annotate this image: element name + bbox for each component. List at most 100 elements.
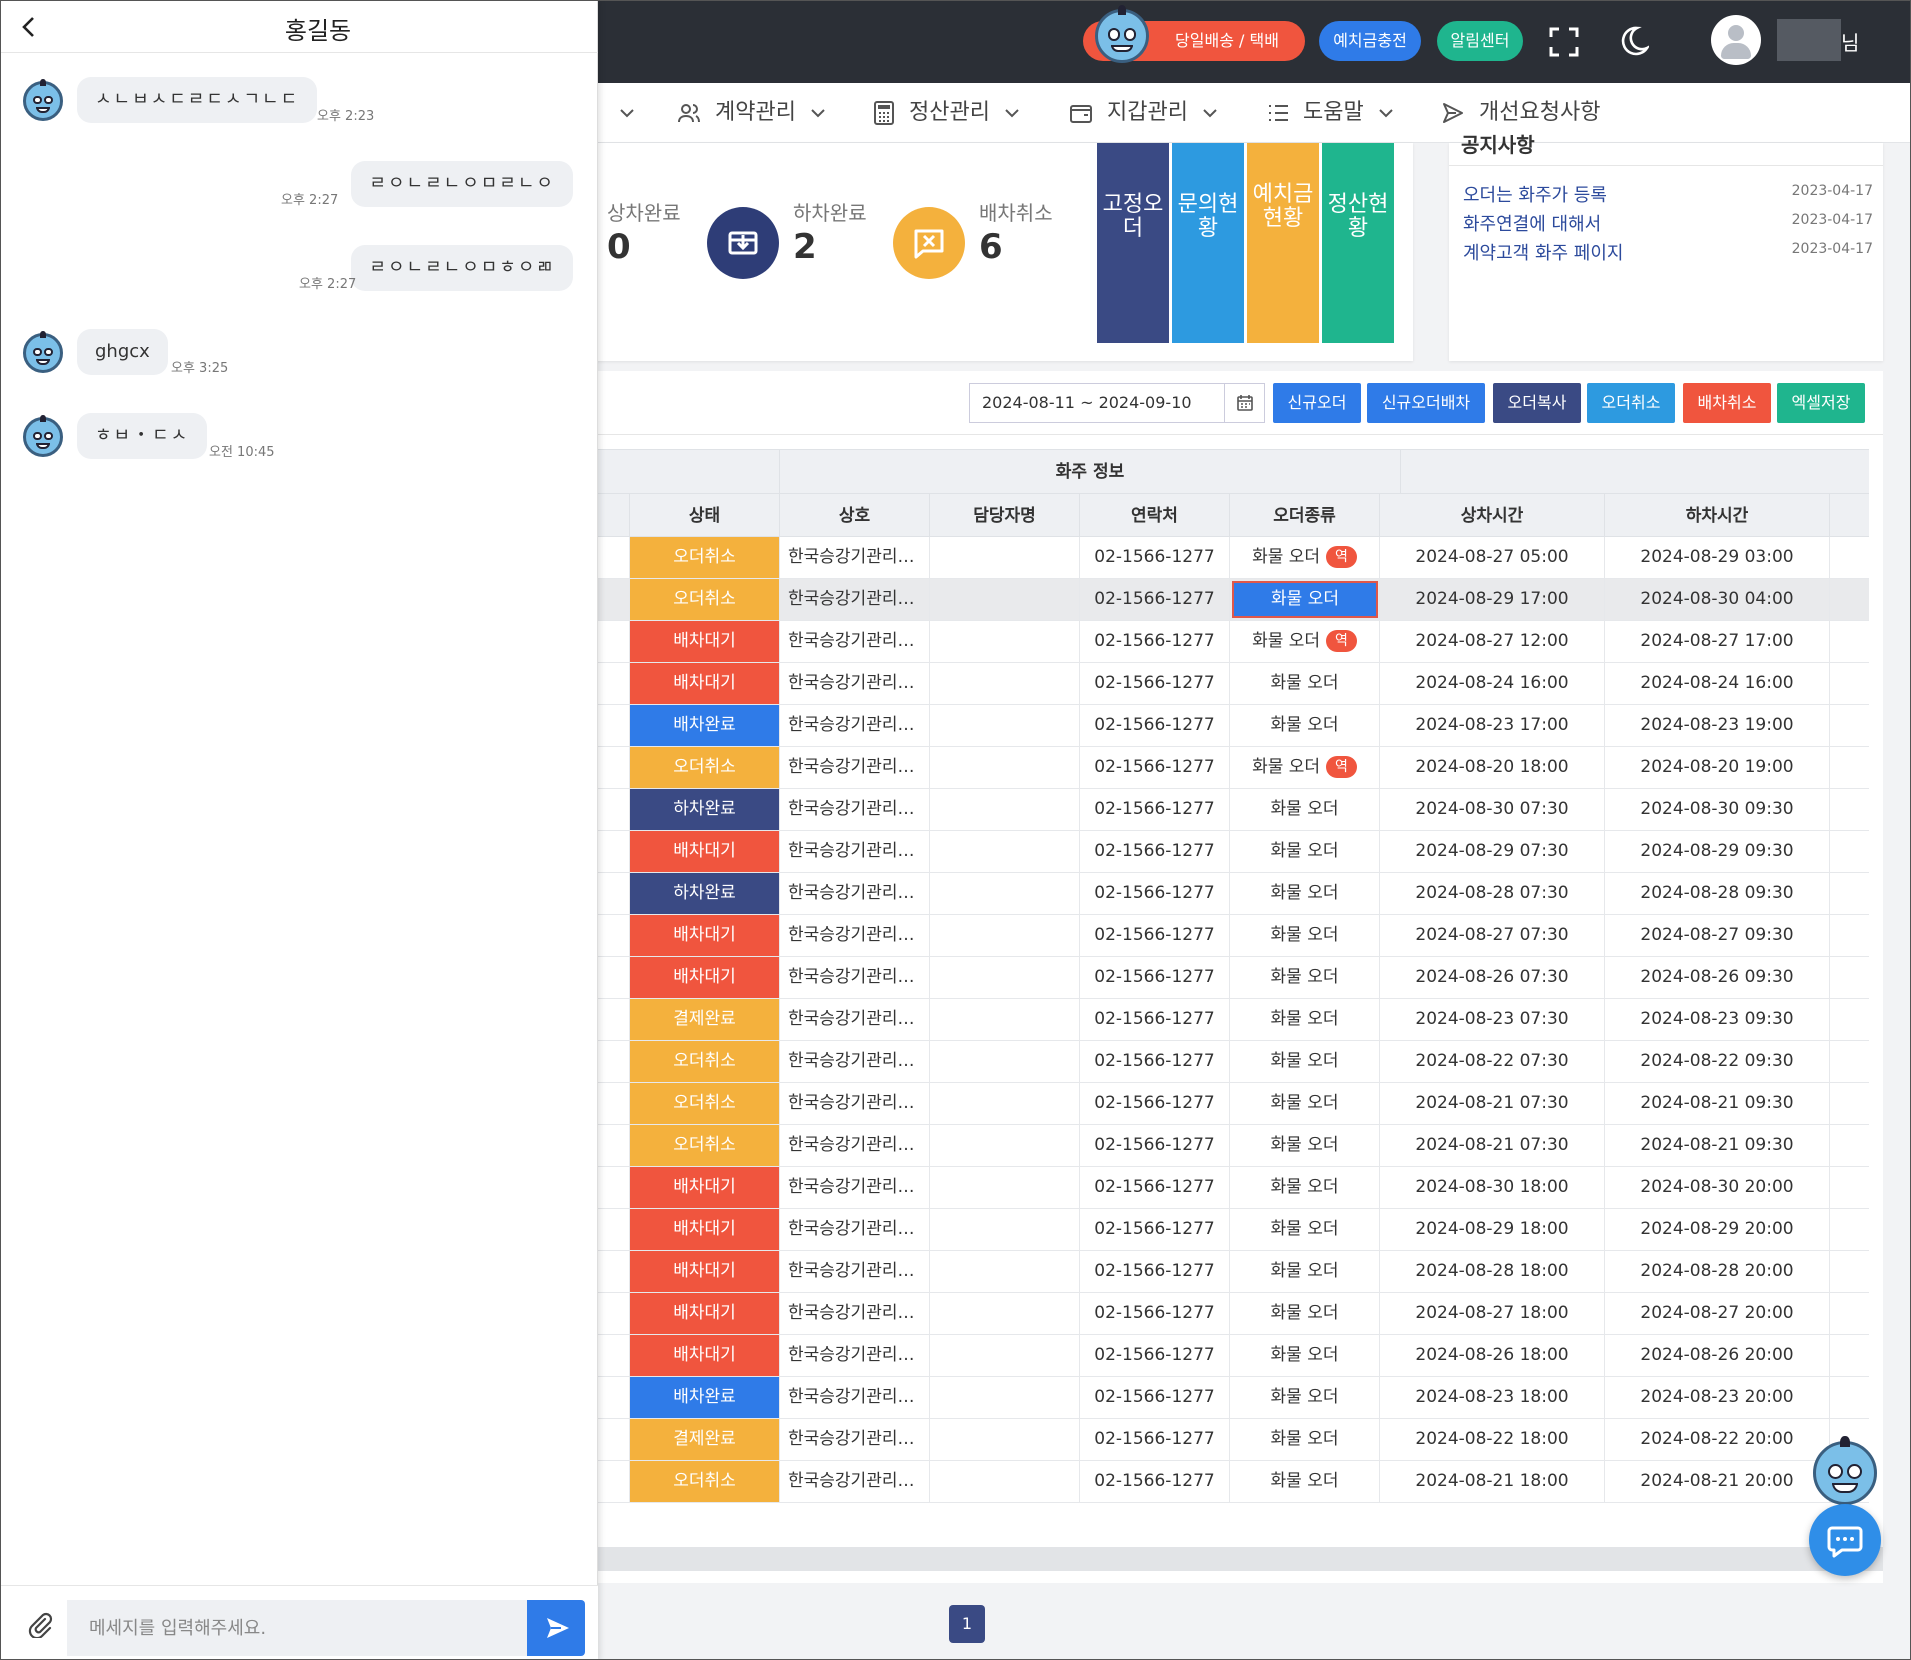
cell-unload[interactable]: 2024-08-20 19:00 [1604,747,1829,788]
cell-company[interactable]: 한국승강기관리… [779,957,929,998]
cell-phone[interactable]: 02-1566-1277 [1079,1461,1229,1502]
cell-company[interactable]: 한국승강기관리… [779,1083,929,1124]
cell-order-type[interactable]: 화물 오더 [1229,1041,1379,1082]
cell-unload[interactable]: 2024-08-21 09:30 [1604,1083,1829,1124]
cell-company[interactable]: 한국승강기관리… [779,705,929,746]
cell-company[interactable]: 한국승강기관리… [779,747,929,788]
send-message-button[interactable] [527,1600,585,1656]
cell-manager[interactable] [929,1251,1079,1292]
status-badge[interactable]: 오더취소 [629,1125,779,1166]
cell-manager[interactable] [929,621,1079,662]
cell-unload[interactable]: 2024-08-27 17:00 [1604,621,1829,662]
table-row[interactable]: 배차대기 한국승강기관리… 02-1566-1277 화물 오더 역 2024-08-27… [591,621,1869,663]
cell-unload[interactable]: 2024-08-28 09:30 [1604,873,1829,914]
cell-unload[interactable]: 2024-08-29 20:00 [1604,1209,1829,1250]
date-range-input[interactable]: 2024-08-11 ~ 2024-09-10 [969,383,1225,423]
table-row[interactable]: 하차완료 한국승강기관리… 02-1566-1277 화물 오더 2024-08-30 … [591,789,1869,831]
cell-order-type[interactable]: 화물 오더 [1229,1167,1379,1208]
cell-load[interactable]: 2024-08-22 07:30 [1379,1041,1604,1082]
table-row[interactable]: 배차대기 한국승강기관리… 02-1566-1277 화물 오더 2024-08-29 … [591,1209,1869,1251]
cell-phone[interactable]: 02-1566-1277 [1079,1293,1229,1334]
new-order-button[interactable]: 신규오더 [1273,383,1361,423]
cell-load[interactable]: 2024-08-23 17:00 [1379,705,1604,746]
cell-order-type[interactable]: 화물 오더 역 [1229,747,1379,788]
cell-manager[interactable] [929,1293,1079,1334]
table-row[interactable]: 결제완료 한국승강기관리… 02-1566-1277 화물 오더 2024-08-23 … [591,999,1869,1041]
cell-company[interactable]: 한국승강기관리… [779,1209,929,1250]
cell-unload[interactable]: 2024-08-27 09:30 [1604,915,1829,956]
cell-load[interactable]: 2024-08-20 18:00 [1379,747,1604,788]
cell-load[interactable]: 2024-08-26 18:00 [1379,1335,1604,1376]
order-type-selected[interactable]: 화물 오더 [1232,581,1378,618]
cell-load[interactable]: 2024-08-22 18:00 [1379,1419,1604,1460]
table-row[interactable]: 오더취소 한국승강기관리… 02-1566-1277 화물 오더 2024-08-29 … [591,579,1869,621]
cell-load[interactable]: 2024-08-27 12:00 [1379,621,1604,662]
cell-unload[interactable]: 2024-08-23 20:00 [1604,1377,1829,1418]
cell-load[interactable]: 2024-08-28 18:00 [1379,1251,1604,1292]
cell-manager[interactable] [929,957,1079,998]
cell-manager[interactable] [929,1335,1079,1376]
cell-manager[interactable] [929,537,1079,578]
cell-load[interactable]: 2024-08-30 18:00 [1379,1167,1604,1208]
status-badge[interactable]: 배차대기 [629,1209,779,1250]
cell-manager[interactable] [929,663,1079,704]
status-badge[interactable]: 배차대기 [629,957,779,998]
cell-unload[interactable]: 2024-08-24 16:00 [1604,663,1829,704]
cell-manager[interactable] [929,1083,1079,1124]
cell-phone[interactable]: 02-1566-1277 [1079,957,1229,998]
cell-company[interactable]: 한국승강기관리… [779,1167,929,1208]
table-row[interactable]: 배차대기 한국승강기관리… 02-1566-1277 화물 오더 2024-08-26 … [591,957,1869,999]
deposit-charge-button[interactable]: 예치금충전 [1319,21,1421,61]
tile-fixed-order[interactable]: 고정오더 [1097,143,1169,343]
status-badge[interactable]: 하차완료 [629,873,779,914]
status-badge[interactable]: 배차대기 [629,1293,779,1334]
cell-order-type[interactable]: 화물 오더 [1229,873,1379,914]
cell-order-type[interactable]: 화물 오더 [1229,1461,1379,1502]
cell-load[interactable]: 2024-08-21 07:30 [1379,1125,1604,1166]
chevron-down-icon[interactable] [619,107,635,119]
table-row[interactable]: 배차대기 한국승강기관리… 02-1566-1277 화물 오더 2024-08-29 … [591,831,1869,873]
notice-item[interactable]: 화주연결에 대해서 2023-04-17 [1463,210,1873,236]
cell-phone[interactable]: 02-1566-1277 [1079,1335,1229,1376]
cell-unload[interactable]: 2024-08-23 19:00 [1604,705,1829,746]
cell-manager[interactable] [929,789,1079,830]
horizontal-scrollbar[interactable] [591,1547,1883,1571]
cell-order-type[interactable]: 화물 오더 [1229,1419,1379,1460]
cell-load[interactable]: 2024-08-29 17:00 [1379,579,1604,620]
cell-unload[interactable]: 2024-08-30 09:30 [1604,789,1829,830]
cell-manager[interactable] [929,1125,1079,1166]
calendar-button[interactable] [1225,383,1265,423]
cell-phone[interactable]: 02-1566-1277 [1079,663,1229,704]
cell-load[interactable]: 2024-08-27 18:00 [1379,1293,1604,1334]
cell-order-type[interactable]: 화물 오더 [1229,1293,1379,1334]
table-row[interactable]: 배차대기 한국승강기관리… 02-1566-1277 화물 오더 2024-08-24 … [591,663,1869,705]
cell-phone[interactable]: 02-1566-1277 [1079,747,1229,788]
cancel-order-button[interactable]: 오더취소 [1587,383,1675,423]
cell-company[interactable]: 한국승강기관리… [779,873,929,914]
cell-manager[interactable] [929,705,1079,746]
cell-order-type[interactable]: 화물 오더 [1229,831,1379,872]
cell-order-type[interactable]: 화물 오더 [1229,999,1379,1040]
cell-load[interactable]: 2024-08-28 07:30 [1379,873,1604,914]
table-row[interactable]: 오더취소 한국승강기관리… 02-1566-1277 화물 오더 역 2024-08-20… [591,747,1869,789]
cell-load[interactable]: 2024-08-29 07:30 [1379,831,1604,872]
tile-settlement-status[interactable]: 정산현황 [1322,143,1394,343]
status-badge[interactable]: 오더취소 [629,1083,779,1124]
cell-unload[interactable]: 2024-08-26 20:00 [1604,1335,1829,1376]
cell-company[interactable]: 한국승강기관리… [779,1125,929,1166]
copy-order-button[interactable]: 오더복사 [1493,383,1581,423]
cell-manager[interactable] [929,999,1079,1040]
nav-wallet[interactable]: 지갑관리 [1069,83,1232,143]
cell-company[interactable]: 한국승강기관리… [779,831,929,872]
cell-manager[interactable] [929,579,1079,620]
cell-order-type[interactable]: 화물 오더 [1229,1125,1379,1166]
same-day-delivery-button[interactable]: 당일배송 / 택배 [1083,5,1305,63]
cell-unload[interactable]: 2024-08-27 20:00 [1604,1293,1829,1334]
cell-order-type[interactable]: 화물 오더 [1229,1251,1379,1292]
cell-company[interactable]: 한국승강기관리… [779,1335,929,1376]
status-badge[interactable]: 배차대기 [629,915,779,956]
status-badge[interactable]: 하차완료 [629,789,779,830]
cell-company[interactable]: 한국승강기관리… [779,789,929,830]
status-badge[interactable]: 배차대기 [629,1335,779,1376]
status-badge[interactable]: 오더취소 [629,1461,779,1502]
